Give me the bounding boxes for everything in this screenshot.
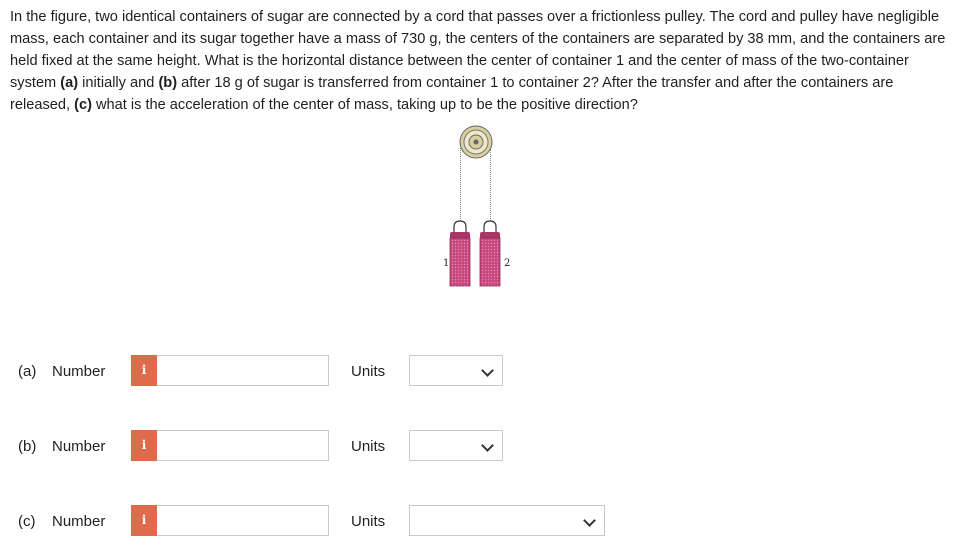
container-1-label: 1 [443,258,449,269]
number-input-b[interactable] [157,430,329,461]
hook-right [483,220,491,232]
units-select-b[interactable] [409,430,503,461]
pulley-figure: 1 2 [430,122,530,292]
question-text-segment: initially and [78,75,159,91]
question-text-segment: what is the acceleration of the center o… [91,97,638,113]
chevron-down-icon [583,514,596,527]
number-label-b: Number [52,438,106,455]
cord-right [489,141,491,221]
question-part-marker: (c) [74,97,92,113]
info-icon-a[interactable]: i [131,355,157,386]
info-icon-c[interactable]: i [131,505,157,536]
units-select-a[interactable] [409,355,503,386]
units-label-a: Units [351,363,386,380]
answer-row-b: (b) Number i Units [0,430,956,464]
answer-row-a: (a) Number i Units [0,355,956,389]
question-text: In the figure, two identical containers … [10,6,946,116]
container-2 [479,232,501,287]
question-part-marker: (a) [60,75,79,91]
hook-left [453,220,461,232]
pulley [459,125,493,159]
cord-left [459,141,461,221]
container-2-label: 2 [504,258,510,269]
info-icon-b[interactable]: i [131,430,157,461]
question-part-marker: (b) [158,75,178,91]
units-label-c: Units [351,513,386,530]
container-1 [449,232,471,287]
chevron-down-icon [481,439,494,452]
number-input-a[interactable] [157,355,329,386]
part-label-c: (c) [18,513,36,530]
part-label-b: (b) [18,438,37,455]
chevron-down-icon [481,364,494,377]
pulley-diagram: 1 2 [443,125,510,287]
answer-row-c: (c) Number i Units [0,505,956,539]
number-label-c: Number [52,513,106,530]
number-label-a: Number [52,363,106,380]
units-select-c[interactable] [409,505,605,536]
number-input-c[interactable] [157,505,329,536]
part-label-a: (a) [18,363,37,380]
units-label-b: Units [351,438,386,455]
